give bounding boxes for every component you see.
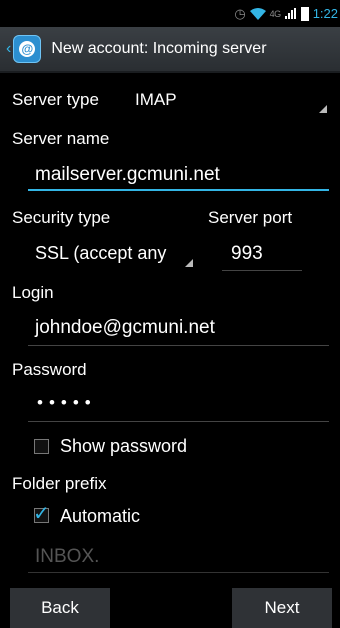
- network-type-label: 4G: [269, 8, 282, 19]
- status-icons: ◷ 4G 1:22: [234, 0, 340, 27]
- server-type-label: Server type: [12, 90, 99, 109]
- login-label: Login: [12, 283, 54, 302]
- automatic-label[interactable]: Automatic: [60, 506, 140, 527]
- login-input[interactable]: johndoe@gcmuni.net: [35, 317, 215, 339]
- status-bar: ◷ 4G 1:22: [0, 0, 340, 27]
- page-title: New account: Incoming server: [51, 40, 267, 57]
- battery-icon: [300, 6, 309, 21]
- folder-prefix-placeholder: INBOX.: [35, 546, 100, 567]
- security-type-label: Security type: [12, 208, 111, 227]
- clock: 1:22: [312, 6, 338, 21]
- login-underline: [28, 345, 329, 346]
- server-name-input[interactable]: mailserver.gcmuni.net: [35, 164, 220, 186]
- server-port-underline: [222, 270, 302, 271]
- password-label: Password: [12, 360, 87, 379]
- security-type-dropdown-icon: [185, 259, 193, 267]
- alarm-icon: ◷: [234, 5, 246, 21]
- back-caret-icon[interactable]: ‹: [6, 40, 11, 58]
- back-button[interactable]: Back: [10, 588, 110, 628]
- show-password-label[interactable]: Show password: [60, 436, 187, 457]
- password-underline: [28, 421, 329, 422]
- security-type-select[interactable]: SSL (accept any: [35, 243, 175, 264]
- signal-icon: [284, 8, 297, 19]
- folder-prefix-underline: [28, 572, 329, 573]
- server-name-underline: [28, 189, 329, 191]
- server-port-input[interactable]: 993: [231, 243, 263, 265]
- checkmark-icon: ✓: [33, 503, 50, 525]
- next-button[interactable]: Next: [232, 588, 332, 628]
- show-password-checkbox[interactable]: [34, 439, 49, 454]
- folder-prefix-label: Folder prefix: [12, 474, 107, 493]
- server-port-label: Server port: [208, 208, 293, 227]
- action-bar[interactable]: ‹ @ New account: Incoming server: [0, 27, 340, 73]
- app-logo-icon[interactable]: @: [13, 35, 42, 63]
- server-type-dropdown-icon: [319, 105, 327, 113]
- server-name-label: Server name: [12, 129, 110, 148]
- server-type-select[interactable]: IMAP: [135, 90, 177, 110]
- password-input[interactable]: •••••: [37, 393, 97, 413]
- wifi-icon: [249, 7, 266, 20]
